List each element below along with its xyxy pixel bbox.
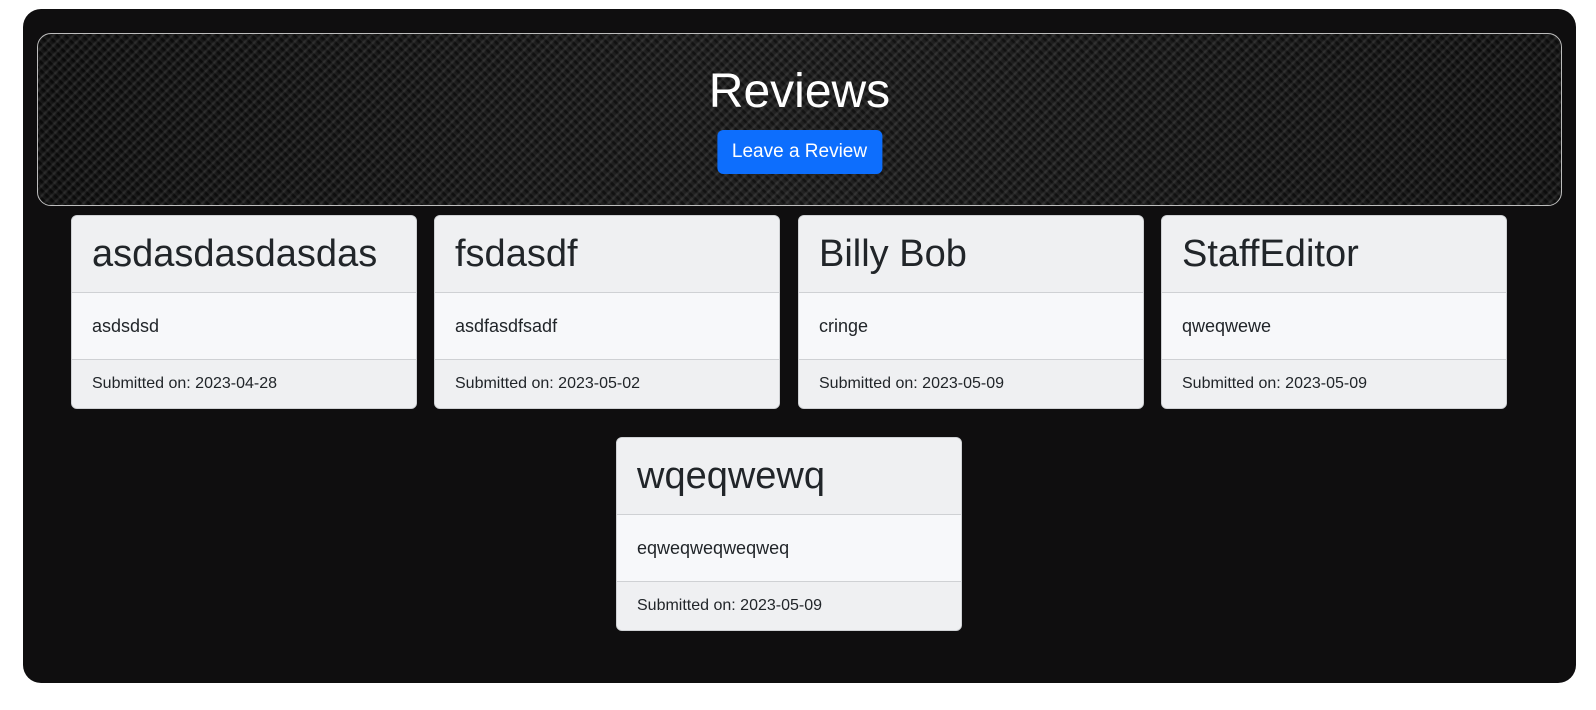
review-title: StaffEditor [1182, 233, 1359, 275]
review-card-footer: Submitted on: 2023-05-09 [799, 360, 1143, 408]
review-text: eqweqweqweqweq [637, 538, 790, 558]
review-card-header: wqeqwewq [617, 438, 961, 515]
submitted-label: Submitted on: [455, 375, 559, 392]
review-card: StaffEditor qweqwewe Submitted on: 2023-… [1161, 215, 1507, 409]
review-card-body: qweqwewe [1162, 293, 1506, 360]
submitted-label: Submitted on: [1182, 375, 1286, 392]
review-card-body: cringe [799, 293, 1143, 360]
review-title: fsdasdf [455, 233, 578, 275]
review-card-header: Billy Bob [799, 216, 1143, 293]
review-text: cringe [819, 316, 869, 336]
review-title: Billy Bob [819, 233, 967, 275]
submitted-date: 2023-04-28 [195, 375, 278, 392]
review-title: wqeqwewq [637, 455, 825, 497]
review-card-header: fsdasdf [435, 216, 779, 293]
reviews-hero-banner: Reviews Leave a Review [37, 33, 1562, 206]
submitted-label: Submitted on: [819, 375, 923, 392]
submitted-date: 2023-05-09 [1285, 375, 1368, 392]
page-title: Reviews [708, 65, 891, 118]
review-card-footer: Submitted on: 2023-05-02 [435, 360, 779, 408]
review-card-body: asdfasdfsadf [435, 293, 779, 360]
review-text: qweqwewe [1182, 316, 1272, 336]
submitted-label: Submitted on: [92, 375, 196, 392]
submitted-date: 2023-05-09 [922, 375, 1005, 392]
review-text: asdsdsd [92, 316, 160, 336]
review-card-footer: Submitted on: 2023-05-09 [617, 582, 961, 630]
review-card-header: StaffEditor [1162, 216, 1506, 293]
submitted-date: 2023-05-02 [558, 375, 641, 392]
review-card: wqeqwewq eqweqweqweqweq Submitted on: 20… [616, 437, 962, 631]
review-card: Billy Bob cringe Submitted on: 2023-05-0… [798, 215, 1144, 409]
review-card-body: asdsdsd [72, 293, 416, 360]
review-card-footer: Submitted on: 2023-04-28 [72, 360, 416, 408]
review-card-footer: Submitted on: 2023-05-09 [1162, 360, 1506, 408]
review-card-body: eqweqweqweqweq [617, 515, 961, 582]
review-card-header: asdasdasdasdas [72, 216, 416, 293]
reviews-panel: Reviews Leave a Review asdasdasdasdas as… [23, 9, 1576, 683]
submitted-label: Submitted on: [637, 597, 741, 614]
review-title: asdasdasdasdas [92, 233, 378, 275]
submitted-date: 2023-05-09 [740, 597, 823, 614]
review-card: asdasdasdasdas asdsdsd Submitted on: 202… [71, 215, 417, 409]
leave-review-button[interactable]: Leave a Review [716, 130, 883, 174]
review-card: fsdasdf asdfasdfsadf Submitted on: 2023-… [434, 215, 780, 409]
review-text: asdfasdfsadf [455, 316, 558, 336]
